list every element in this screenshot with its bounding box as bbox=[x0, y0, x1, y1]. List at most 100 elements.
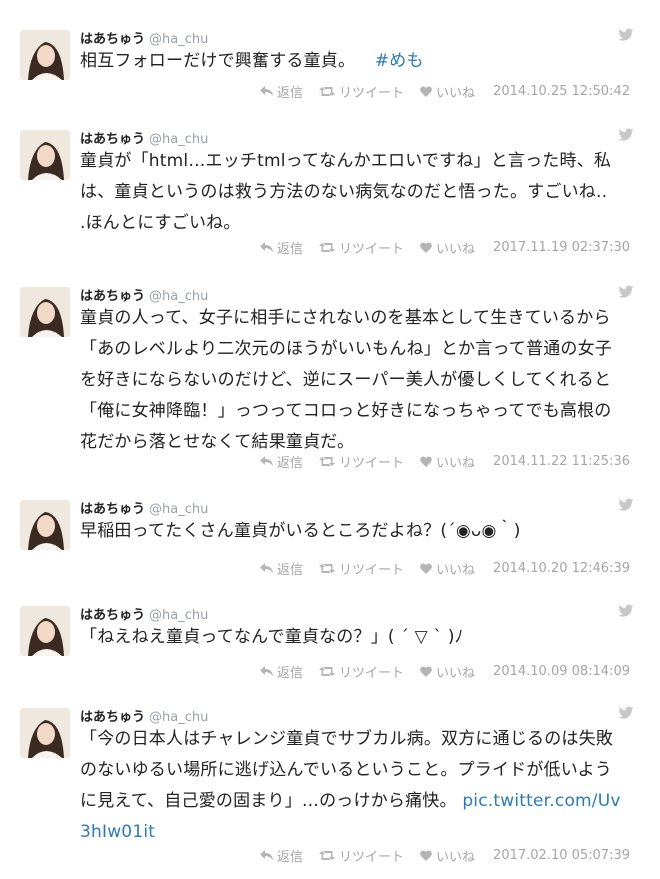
retweet-label: リツイート bbox=[339, 241, 405, 257]
timestamp[interactable]: 2014.11.22 11:25:36 bbox=[493, 454, 630, 469]
heart-icon bbox=[420, 562, 432, 574]
timestamp[interactable]: 2017.11.19 02:37:30 bbox=[493, 240, 630, 255]
reply-label: 返信 bbox=[277, 455, 304, 471]
twitter-bird-icon[interactable] bbox=[618, 706, 634, 720]
avatar[interactable] bbox=[20, 708, 70, 758]
like-button[interactable]: いいね bbox=[420, 662, 475, 681]
author-line: はあちゅう @ha_chu bbox=[80, 706, 208, 725]
tweet-text-line: 「今の日本人はチャレンジ童貞でサブカル病。双方に通じるのは失敗 bbox=[80, 729, 614, 749]
author-handle[interactable]: @ha_chu bbox=[149, 132, 208, 147]
avatar[interactable] bbox=[20, 130, 70, 180]
retweet-icon bbox=[319, 850, 336, 860]
reply-icon bbox=[260, 86, 273, 96]
avatar[interactable] bbox=[20, 30, 70, 80]
author-handle[interactable]: @ha_chu bbox=[149, 289, 208, 304]
tweet-text-line: 早稲田ってたくさん童貞がいるところだよね？(´◉ᴗ◉｀) bbox=[80, 521, 521, 541]
tweet: はあちゅう @ha_chu 「ねえねえ童貞ってなんで童貞なの？」( ´ ▽ ` )… bbox=[0, 604, 660, 686]
twitter-bird-icon[interactable] bbox=[618, 128, 634, 142]
pic-link-continued[interactable]: 3hIw01it bbox=[80, 822, 155, 842]
tweet-actions: 返信 リツイート いいね 2014.10.25 12:50:42 bbox=[260, 82, 630, 101]
like-button[interactable]: いいね bbox=[420, 238, 475, 257]
author-name[interactable]: はあちゅう bbox=[80, 608, 145, 623]
reply-label: 返信 bbox=[277, 85, 304, 101]
author-name[interactable]: はあちゅう bbox=[80, 289, 145, 304]
twitter-bird-icon[interactable] bbox=[618, 28, 634, 42]
tweet-text-line: 「ねえねえ童貞ってなんで童貞なの？」( ´ ▽ ` )ﾉ bbox=[80, 627, 464, 647]
author-name[interactable]: はあちゅう bbox=[80, 132, 145, 147]
author-line: はあちゅう @ha_chu bbox=[80, 128, 208, 147]
tweet-text-line: 「あのレベルより二次元のほうがいいもんね」とか言って普通の女子 bbox=[80, 339, 613, 359]
tweet-actions: 返信 リツイート いいね 2017.11.19 02:37:30 bbox=[260, 238, 630, 257]
author-handle[interactable]: @ha_chu bbox=[149, 502, 208, 517]
reply-button[interactable]: 返信 bbox=[260, 452, 303, 471]
retweet-button[interactable]: リツイート bbox=[319, 559, 404, 578]
reply-button[interactable]: 返信 bbox=[260, 559, 303, 578]
tweet-actions: 返信 リツイート いいね 2014.10.09 08:14:09 bbox=[260, 662, 630, 681]
avatar[interactable] bbox=[20, 606, 70, 656]
tweet-text: 相互フォローだけで興奮する童貞。 #めも bbox=[80, 46, 640, 77]
tweet-text: 童貞の人って、女子に相手にされないのを基本として生きているから 「あのレベルより… bbox=[80, 303, 640, 458]
timestamp[interactable]: 2014.10.09 08:14:09 bbox=[493, 664, 630, 679]
author-name[interactable]: はあちゅう bbox=[80, 32, 145, 47]
retweet-button[interactable]: リツイート bbox=[319, 238, 404, 257]
reply-button[interactable]: 返信 bbox=[260, 846, 303, 865]
retweet-icon bbox=[319, 666, 336, 676]
like-button[interactable]: いいね bbox=[420, 82, 475, 101]
heart-icon bbox=[420, 85, 432, 97]
tweet-text-line: 童貞が「html…エッチtmlってなんかエロいですね」と言った時、私 bbox=[80, 151, 612, 171]
tweet-text: 「今の日本人はチャレンジ童貞でサブカル病。双方に通じるのは失敗 のないゆるい場所… bbox=[80, 724, 640, 848]
reply-icon bbox=[260, 666, 273, 676]
tweet-text-line: は、童貞というのは救う方法のない病気なのだと悟った。すごいね.. bbox=[80, 182, 608, 202]
pic-link[interactable]: pic.twitter.com/Uv bbox=[462, 791, 620, 811]
like-label: いいね bbox=[436, 665, 476, 681]
avatar[interactable] bbox=[20, 287, 70, 337]
retweet-button[interactable]: リツイート bbox=[319, 846, 404, 865]
reply-label: 返信 bbox=[277, 849, 304, 865]
tweet-text-line: .ほんとにすごいね。 bbox=[80, 213, 241, 233]
author-handle[interactable]: @ha_chu bbox=[149, 608, 208, 623]
author-name[interactable]: はあちゅう bbox=[80, 502, 145, 517]
like-button[interactable]: いいね bbox=[420, 452, 475, 471]
like-label: いいね bbox=[436, 455, 476, 471]
author-name[interactable]: はあちゅう bbox=[80, 710, 145, 725]
tweet-text-line: 相互フォローだけで興奮する童貞。 bbox=[80, 51, 356, 71]
heart-icon bbox=[420, 849, 432, 861]
avatar[interactable] bbox=[20, 500, 70, 550]
tweet-text-line: 「俺に女神降臨！」っつってコロっと好きになっちゃってでも高根の bbox=[80, 401, 612, 421]
author-line: はあちゅう @ha_chu bbox=[80, 28, 208, 47]
author-line: はあちゅう @ha_chu bbox=[80, 498, 208, 517]
heart-icon bbox=[420, 455, 432, 467]
hashtag-link[interactable]: #めも bbox=[375, 51, 424, 71]
tweet: はあちゅう @ha_chu 早稲田ってたくさん童貞がいるところだよね？(´◉ᴗ◉｀… bbox=[0, 498, 660, 580]
timestamp[interactable]: 2017.02.10 05:07:39 bbox=[493, 848, 630, 863]
retweet-label: リツイート bbox=[339, 849, 405, 865]
like-button[interactable]: いいね bbox=[420, 559, 475, 578]
retweet-button[interactable]: リツイート bbox=[319, 82, 404, 101]
timestamp[interactable]: 2014.10.20 12:46:39 bbox=[493, 561, 630, 576]
retweet-icon bbox=[319, 456, 336, 466]
retweet-button[interactable]: リツイート bbox=[319, 452, 404, 471]
tweet-text-line: に見えて、自己愛の固まり」…のっけから痛快。 bbox=[80, 791, 457, 811]
like-button[interactable]: いいね bbox=[420, 846, 475, 865]
retweet-label: リツイート bbox=[339, 562, 405, 578]
timestamp[interactable]: 2014.10.25 12:50:42 bbox=[493, 84, 630, 99]
twitter-bird-icon[interactable] bbox=[618, 285, 634, 299]
retweet-button[interactable]: リツイート bbox=[319, 662, 404, 681]
like-label: いいね bbox=[436, 562, 476, 578]
twitter-bird-icon[interactable] bbox=[618, 604, 634, 618]
author-handle[interactable]: @ha_chu bbox=[149, 710, 208, 725]
reply-button[interactable]: 返信 bbox=[260, 662, 303, 681]
author-handle[interactable]: @ha_chu bbox=[149, 32, 208, 47]
like-label: いいね bbox=[436, 85, 476, 101]
reply-button[interactable]: 返信 bbox=[260, 238, 303, 257]
retweet-label: リツイート bbox=[339, 85, 405, 101]
reply-button[interactable]: 返信 bbox=[260, 82, 303, 101]
reply-icon bbox=[260, 563, 273, 573]
tweet-text-line: を好きにならないのだけど、逆にスーパー美人が優しくしてくれると bbox=[80, 370, 612, 390]
twitter-bird-icon[interactable] bbox=[618, 498, 634, 512]
reply-label: 返信 bbox=[277, 241, 304, 257]
retweet-label: リツイート bbox=[339, 455, 405, 471]
tweet-text: 早稲田ってたくさん童貞がいるところだよね？(´◉ᴗ◉｀) bbox=[80, 516, 640, 547]
like-label: いいね bbox=[436, 849, 476, 865]
author-line: はあちゅう @ha_chu bbox=[80, 285, 208, 304]
